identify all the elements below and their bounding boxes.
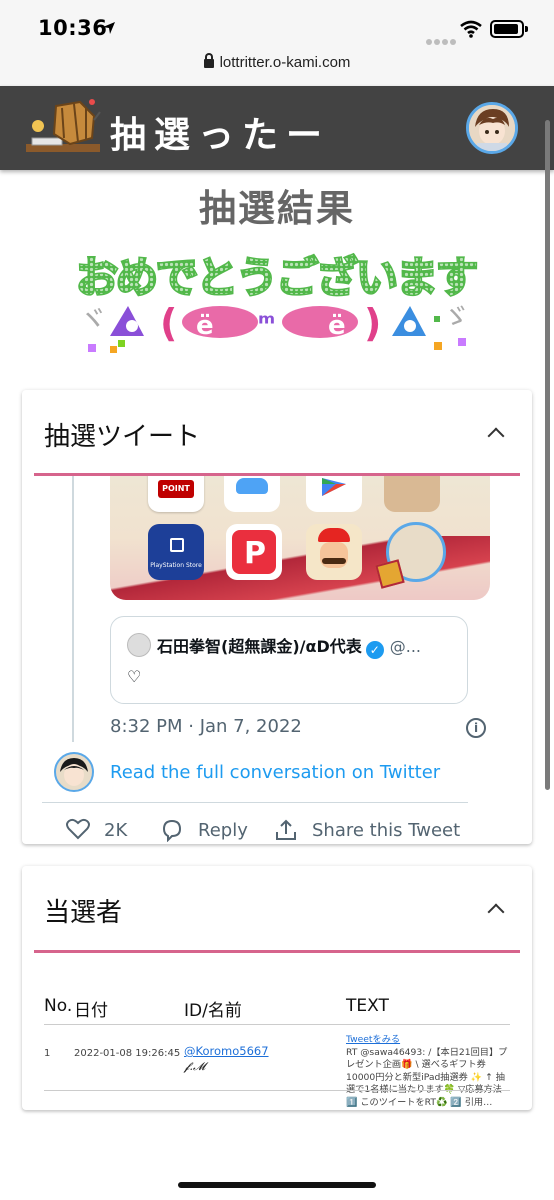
winners-card-title: 当選者 bbox=[44, 898, 123, 928]
home-indicator[interactable] bbox=[178, 1182, 376, 1188]
mario-app-icon bbox=[306, 524, 362, 580]
congratulations-banner: おめでとうございます おめでとうございます ヾ ( ё ᵐ ё ) ゞ bbox=[74, 252, 478, 353]
browser-url-bar[interactable]: lottritter.o-kami.com bbox=[0, 52, 554, 86]
svg-text:ё: ё bbox=[328, 311, 346, 341]
svg-text:(: ( bbox=[160, 301, 177, 345]
playstation-store-icon: PlayStation Store bbox=[148, 524, 204, 580]
tweet-image[interactable]: POINT PlayStation Store P bbox=[110, 476, 490, 600]
wifi-icon bbox=[460, 20, 482, 38]
page-title: 抽選結果 bbox=[199, 187, 355, 230]
tweet-divider bbox=[42, 802, 468, 803]
status-bar: 10:36 bbox=[0, 0, 554, 52]
tweet-card-title: 抽選ツイート bbox=[44, 422, 201, 452]
app-store-icon bbox=[224, 476, 280, 512]
location-arrow-icon bbox=[103, 22, 115, 34]
avatar-illustration-icon bbox=[469, 105, 515, 151]
column-header-id: ID/名前 bbox=[184, 1001, 242, 1021]
svg-text:): ) bbox=[364, 301, 381, 345]
user-avatar[interactable] bbox=[466, 102, 518, 154]
winners-card-divider bbox=[34, 950, 520, 953]
quote-body-text: ♡ bbox=[127, 667, 142, 686]
site-logo-text[interactable]: 抽選ったー bbox=[110, 106, 330, 158]
url-text: lottritter.o-kami.com bbox=[219, 54, 351, 71]
info-icon[interactable]: i bbox=[466, 718, 486, 738]
svg-text:ヾ: ヾ bbox=[78, 303, 108, 338]
winner-display-name: 𝓯.𝓜 bbox=[184, 1060, 206, 1073]
reply-icon[interactable] bbox=[160, 818, 184, 842]
column-header-no: No. bbox=[44, 996, 73, 1016]
paypay-app-icon: P bbox=[226, 524, 282, 580]
thread-line bbox=[72, 476, 74, 742]
share-icon[interactable] bbox=[274, 818, 298, 842]
battery-icon bbox=[490, 20, 528, 38]
row-tweet-text: Tweetをみる RT @sawa46493: /【本日21回目】プレゼント企画… bbox=[346, 1034, 514, 1109]
winners-card: 当選者 No. 日付 ID/名前 TEXT 1 2022-01-08 19:26… bbox=[22, 866, 532, 1110]
winner-user-link[interactable]: @Koromo5667 bbox=[184, 1044, 269, 1058]
svg-text:ゞ: ゞ bbox=[442, 300, 470, 333]
row-date: 2022-01-08 19:26:45 bbox=[74, 1048, 181, 1059]
lottery-drum-icon[interactable] bbox=[22, 98, 102, 158]
tweet-timestamp[interactable]: 8:32 PM · Jan 7, 2022 bbox=[110, 716, 302, 737]
view-tweet-link[interactable]: Tweetをみる bbox=[346, 1034, 400, 1045]
site-header: 抽選ったー bbox=[0, 86, 554, 170]
verified-badge-icon: ✓ bbox=[365, 641, 384, 659]
collapse-chevron-icon[interactable] bbox=[487, 427, 505, 445]
kaomoji-decoration: ヾ ( ё ᵐ ё ) ゞ bbox=[78, 300, 470, 353]
svg-text:ё: ё bbox=[196, 311, 214, 341]
column-header-date: 日付 bbox=[74, 1001, 108, 1021]
column-header-text: TEXT bbox=[346, 996, 389, 1016]
point-label: POINT bbox=[158, 480, 194, 498]
reply-label[interactable]: Reply bbox=[198, 820, 248, 841]
table-bottom-line bbox=[44, 1090, 510, 1091]
lock-icon bbox=[203, 53, 214, 68]
quoted-tweet[interactable]: 石田拳智(超無課金)/αD代表 ✓ @... ♡ bbox=[110, 616, 468, 704]
table-header-line bbox=[44, 1024, 510, 1025]
tweet-text: RT @sawa46493: /【本日21回目】プレゼント企画🎁 \ 選べるギフ… bbox=[346, 1046, 508, 1108]
quote-author-handle: @... bbox=[389, 637, 422, 656]
quote-author-name: 石田拳智(超無課金)/αD代表 bbox=[157, 637, 362, 656]
svg-text:おめでとうございます: おめでとうございます bbox=[76, 253, 476, 302]
rakuten-point-app-icon: POINT bbox=[148, 476, 204, 512]
reader-avatar bbox=[54, 752, 94, 792]
amazon-app-icon bbox=[384, 476, 440, 512]
status-time: 10:36 bbox=[38, 16, 108, 40]
cellular-signal-icon bbox=[426, 30, 458, 49]
like-heart-icon[interactable] bbox=[66, 818, 90, 840]
svg-text:ᵐ: ᵐ bbox=[258, 309, 275, 339]
like-count[interactable]: 2K bbox=[104, 820, 127, 841]
share-label[interactable]: Share this Tweet bbox=[312, 820, 460, 841]
row-number: 1 bbox=[44, 1048, 51, 1059]
quote-avatar bbox=[127, 633, 151, 657]
collapse-chevron-icon[interactable] bbox=[487, 903, 505, 921]
google-play-icon bbox=[306, 476, 362, 512]
read-full-conversation-link[interactable]: Read the full conversation on Twitter bbox=[110, 762, 440, 783]
